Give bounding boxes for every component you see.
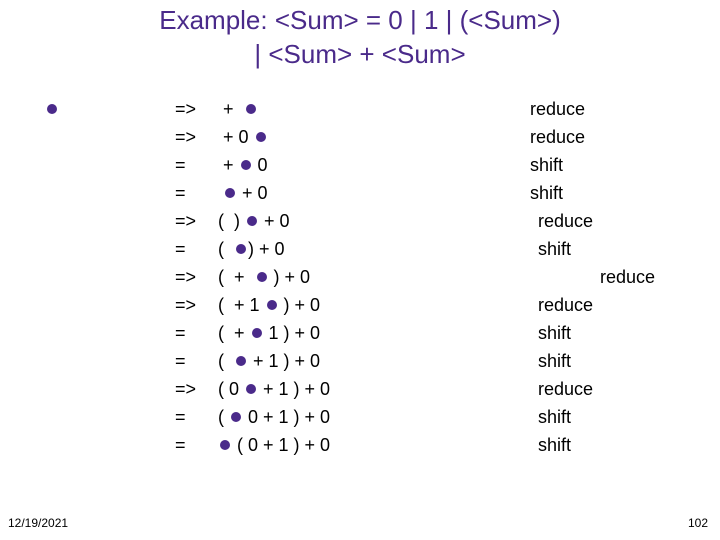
footer-date: 12/19/2021 <box>8 516 68 530</box>
derivation-action: reduce <box>538 292 593 320</box>
derivation-body: ( + 1 ) + 0 <box>218 348 320 376</box>
derivation-row: => ( + 1 ) + 0 reduce <box>40 292 700 320</box>
cursor-dot-icon <box>247 216 257 226</box>
derivation-action: shift <box>530 180 563 208</box>
derivation-action: reduce <box>530 96 585 124</box>
derivation-action: reduce <box>600 264 655 292</box>
derivation-row: = ( + 1 ) + 0 shift <box>40 320 700 348</box>
cursor-dot-icon <box>225 188 235 198</box>
derivation-arrow: = <box>175 348 186 376</box>
cursor-dot-icon <box>252 328 262 338</box>
derivation-action: reduce <box>538 208 593 236</box>
derivation-action: reduce <box>538 376 593 404</box>
derivation-body: ( 0 + 1 ) + 0 <box>218 432 330 460</box>
derivation-row: => ( + ) + 0 reduce <box>40 264 700 292</box>
derivation-body: + <box>218 96 258 124</box>
derivation-arrow: => <box>175 96 196 124</box>
derivation-row: = + 0 shift <box>40 180 700 208</box>
derivation-row: = ( 0 + 1 ) + 0 shift <box>40 404 700 432</box>
cursor-dot-icon <box>236 356 246 366</box>
derivation-body: + 0 <box>218 124 268 152</box>
derivation-arrow: = <box>175 320 186 348</box>
derivation-arrow: = <box>175 180 186 208</box>
cursor-dot-icon <box>47 104 57 114</box>
derivation-action: reduce <box>530 124 585 152</box>
title-line-1: Example: <Sum> = 0 | 1 | (<Sum>) <box>0 4 720 38</box>
cursor-dot-icon <box>246 104 256 114</box>
derivation-row: => + 0 reduce <box>40 124 700 152</box>
title-line-2: | <Sum> + <Sum> <box>0 38 720 72</box>
derivation-arrow: => <box>175 264 196 292</box>
derivation-row: = ( ) + 0 shift <box>40 236 700 264</box>
derivation-action: shift <box>538 348 571 376</box>
derivation-body: ( + 1 ) + 0 <box>218 292 320 320</box>
derivation-row: => + reduce <box>40 96 700 124</box>
slide-title: Example: <Sum> = 0 | 1 | (<Sum>) | <Sum>… <box>0 0 720 72</box>
cursor-dot-icon <box>241 160 251 170</box>
derivation-arrow: => <box>175 124 196 152</box>
derivation-row: => ( 0 + 1 ) + 0 reduce <box>40 376 700 404</box>
derivation-action: shift <box>538 320 571 348</box>
derivation-body: ( 0 + 1 ) + 0 <box>218 404 330 432</box>
derivation-body: ( + 1 ) + 0 <box>218 320 320 348</box>
cursor-dot-icon <box>220 440 230 450</box>
cursor-dot-icon <box>257 272 267 282</box>
derivation-action: shift <box>538 404 571 432</box>
derivation-arrow: = <box>175 152 186 180</box>
cursor-dot-icon <box>236 244 246 254</box>
derivation-block: => + reduce=> + 0 reduce= + 0shift= + 0s… <box>40 96 700 460</box>
derivation-body: ( + ) + 0 <box>218 264 310 292</box>
derivation-arrow: => <box>175 376 196 404</box>
derivation-arrow: = <box>175 236 186 264</box>
derivation-arrow: = <box>175 432 186 460</box>
cursor-dot-icon <box>231 412 241 422</box>
derivation-body: ( 0 + 1 ) + 0 <box>218 376 330 404</box>
cursor-dot-icon <box>246 384 256 394</box>
derivation-action: shift <box>538 236 571 264</box>
cursor-dot-icon <box>267 300 277 310</box>
derivation-body: + 0 <box>218 152 268 180</box>
derivation-arrow: => <box>175 208 196 236</box>
derivation-row: = + 0 shift <box>40 152 700 180</box>
derivation-row: = ( + 1 ) + 0 shift <box>40 348 700 376</box>
derivation-arrow: => <box>175 292 196 320</box>
derivation-body: ( ) + 0 <box>218 236 285 264</box>
derivation-start <box>40 96 59 124</box>
derivation-action: shift <box>538 432 571 460</box>
footer-page-number: 102 <box>688 516 708 530</box>
cursor-dot-icon <box>256 132 266 142</box>
derivation-body: ( ) + 0 <box>218 208 290 236</box>
derivation-row: = ( 0 + 1 ) + 0 shift <box>40 432 700 460</box>
derivation-body: + 0 <box>218 180 268 208</box>
derivation-arrow: = <box>175 404 186 432</box>
derivation-row: => ( ) + 0 reduce <box>40 208 700 236</box>
derivation-action: shift <box>530 152 563 180</box>
